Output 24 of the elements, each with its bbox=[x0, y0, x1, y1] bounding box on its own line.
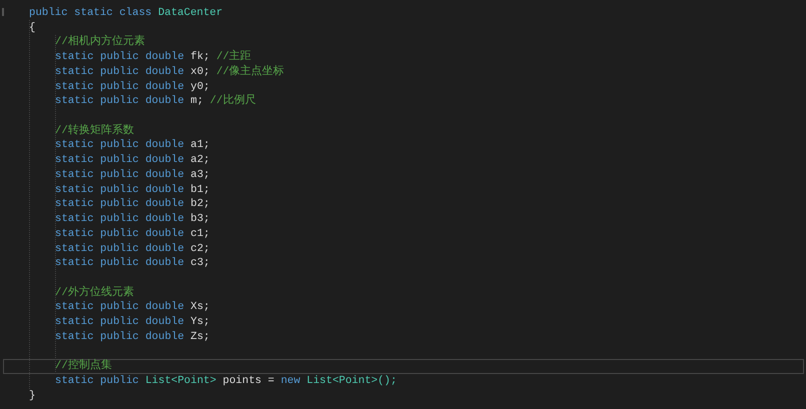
code-line: static public double Ys; bbox=[55, 315, 210, 330]
code-line: static public double b3; bbox=[55, 212, 210, 227]
code-line: static public double y0; bbox=[55, 80, 210, 94]
code-line: //外方位线元素 bbox=[55, 286, 134, 300]
code-line: static public double fk; //主距 bbox=[55, 50, 252, 64]
code-line: static public double a1; bbox=[55, 138, 210, 154]
code-line: static public double c1; bbox=[55, 226, 210, 242]
code-line: static public double a2; bbox=[55, 153, 210, 168]
code-line: public static class DataCenter bbox=[29, 6, 223, 21]
code-line: static public double c3; bbox=[55, 256, 210, 271]
code-line: } bbox=[29, 388, 36, 404]
code-line: static public double x0; //像主点坐标 bbox=[55, 64, 284, 80]
code-line: static public double m; //比例尺 bbox=[55, 94, 256, 110]
code-line: //转换矩阵系数 bbox=[55, 124, 134, 138]
code-line: static public double b2; bbox=[55, 197, 210, 212]
code-line: static public double c2; bbox=[55, 242, 210, 256]
code-line: static public double a3; bbox=[55, 168, 210, 183]
code-line: { bbox=[29, 20, 36, 36]
code-line: static public double Xs; bbox=[55, 300, 210, 316]
code-line: //相机内方位元素 bbox=[55, 35, 145, 50]
code-line: static public List<Point> points = new List<Point>(); bbox=[55, 374, 397, 389]
code-line: static public double Zs; bbox=[55, 330, 210, 345]
code-line: //控制点集 bbox=[55, 359, 112, 374]
code-line: static public double b1; bbox=[55, 182, 210, 198]
